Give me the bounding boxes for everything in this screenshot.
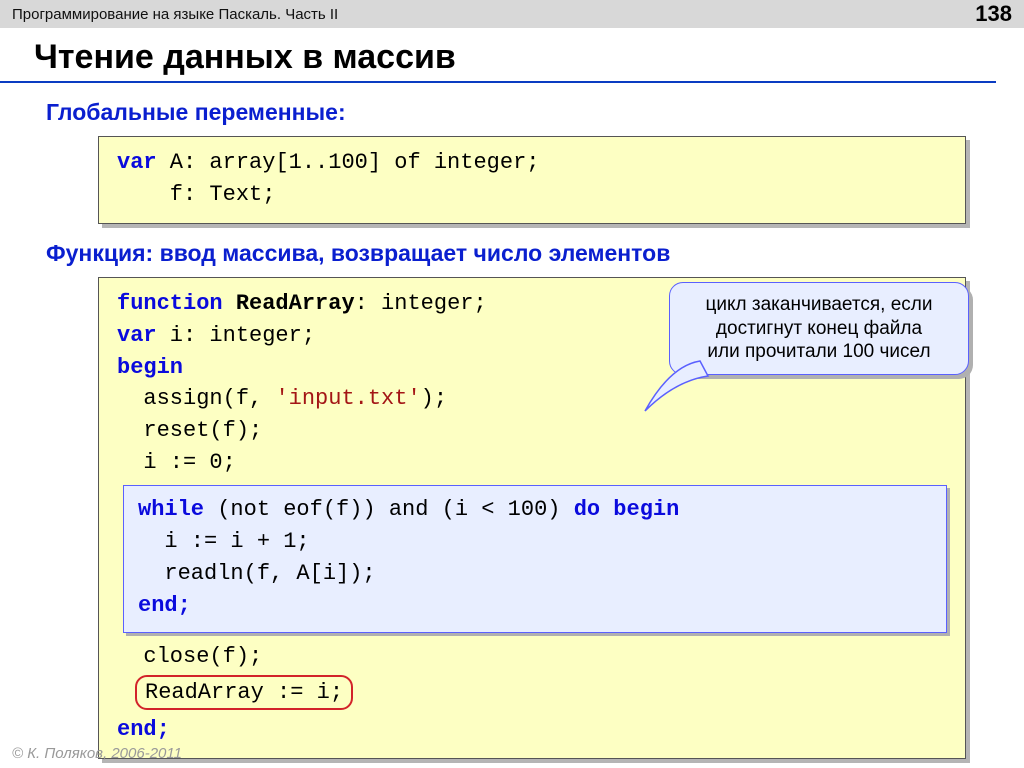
code-line: reset(f);	[117, 415, 947, 447]
code-line: f: Text;	[117, 179, 947, 211]
copyright: © К. Поляков, 2006-2011	[12, 745, 182, 762]
while-loop-box: while (not eof(f)) and (i < 100) do begi…	[123, 485, 947, 633]
slide-content: Глобальные переменные: var A: array[1..1…	[0, 83, 1024, 759]
code-line: assign(f, 'input.txt');	[117, 383, 947, 415]
code-line: i := i + 1;	[138, 526, 932, 558]
callout-bubble: цикл заканчивается, если достигнут конец…	[669, 282, 969, 375]
code-line: var A: array[1..100] of integer;	[117, 147, 947, 179]
callout-line: или прочитали 100 чисел	[682, 340, 956, 364]
globals-code-box: var A: array[1..100] of integer; f: Text…	[98, 136, 966, 224]
course-title: Программирование на языке Паскаль. Часть…	[12, 6, 338, 23]
page-number: 138	[975, 1, 1012, 27]
code-line: readln(f, A[i]);	[138, 558, 932, 590]
callout-line: цикл заканчивается, если	[682, 293, 956, 317]
subhead-function: Функция: ввод массива, возвращает число …	[46, 240, 996, 267]
code-line: ReadArray := i;	[145, 680, 343, 705]
code-line: while (not eof(f)) and (i < 100) do begi…	[138, 494, 932, 526]
code-line: end;	[117, 714, 947, 746]
callout-line: достигнут конец файла	[682, 317, 956, 341]
code-line: i := 0;	[117, 447, 947, 479]
subhead-globals: Глобальные переменные:	[46, 99, 996, 126]
code-line: end;	[138, 590, 932, 622]
result-highlight: ReadArray := i;	[135, 675, 353, 711]
code-line: close(f);	[117, 641, 947, 673]
slide-title: Чтение данных в массив	[0, 28, 996, 83]
callout-tail-icon	[640, 356, 710, 416]
function-code-box: цикл заканчивается, если достигнут конец…	[98, 277, 966, 760]
header-bar: Программирование на языке Паскаль. Часть…	[0, 0, 1024, 28]
